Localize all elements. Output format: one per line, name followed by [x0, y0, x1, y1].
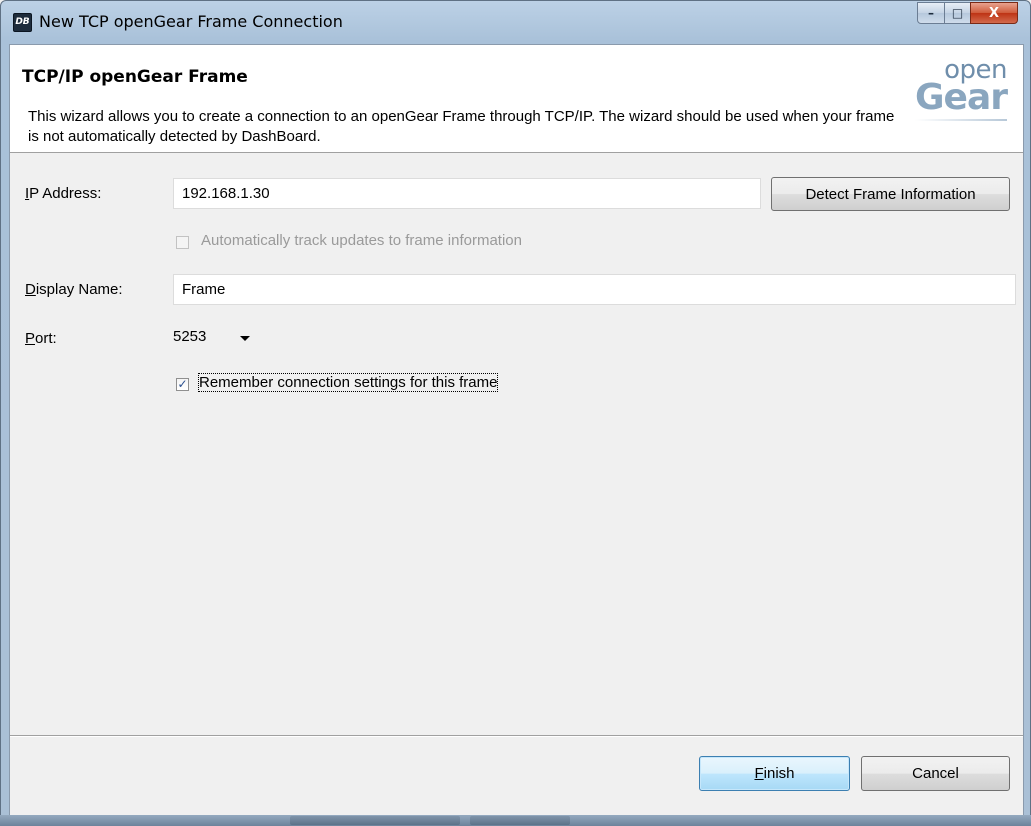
port-mnemonic: P — [25, 330, 36, 347]
opengear-logo: open Gear — [915, 57, 1008, 139]
logo-underline — [915, 119, 1007, 121]
close-button[interactable]: X — [970, 2, 1018, 24]
finish-mnemonic: F — [754, 765, 764, 782]
auto-track-label: Automatically track updates to frame inf… — [201, 232, 522, 249]
minimize-icon: – — [928, 6, 934, 20]
cancel-button[interactable]: Cancel — [861, 756, 1010, 791]
maximize-button[interactable]: □ — [944, 2, 971, 24]
port-dropdown[interactable]: 5253 — [173, 321, 263, 353]
display-name-label: Display Name: — [25, 281, 123, 298]
wizard-page-title: TCP/IP openGear Frame — [22, 67, 248, 87]
taskbar-strip — [0, 815, 1031, 826]
taskbar-item[interactable] — [290, 816, 460, 825]
ip-address-label-text: P Address: — [29, 185, 102, 202]
display-name-label-text: isplay Name: — [35, 281, 123, 298]
wizard-description: This wizard allows you to create a conne… — [28, 108, 895, 145]
window-controls: – □ X — [917, 2, 1018, 24]
ip-address-field[interactable]: 192.168.1.30 — [173, 178, 761, 209]
display-name-mnemonic: D — [25, 281, 36, 298]
finish-label: inish — [763, 765, 795, 782]
taskbar-item[interactable] — [470, 816, 570, 825]
title-bar[interactable]: DB New TCP openGear Frame Connection – □… — [1, 1, 1030, 45]
detect-frame-information-button[interactable]: Detect Frame Information — [771, 177, 1010, 211]
auto-track-checkbox[interactable] — [176, 236, 189, 249]
logo-text-gear: Gear — [915, 77, 1008, 118]
wizard-client-area: TCP/IP openGear Frame This wizard allows… — [9, 44, 1024, 818]
remember-settings-checkbox[interactable]: ✓ — [176, 378, 189, 391]
window-title: New TCP openGear Frame Connection — [39, 12, 343, 31]
wizard-window: DB New TCP openGear Frame Connection – □… — [0, 0, 1031, 826]
close-icon: X — [988, 5, 1000, 21]
minimize-button[interactable]: – — [917, 2, 945, 24]
footer-separator — [10, 735, 1023, 737]
port-label: Port: — [25, 330, 57, 347]
maximize-icon: □ — [951, 6, 964, 20]
dashboard-app-icon[interactable]: DB — [13, 13, 32, 32]
finish-button[interactable]: Finish — [699, 756, 850, 791]
display-name-field[interactable]: Frame — [173, 274, 1016, 305]
wizard-banner: TCP/IP openGear Frame This wizard allows… — [10, 45, 1023, 153]
port-label-text: ort: — [35, 330, 57, 347]
chevron-down-icon[interactable] — [240, 336, 250, 341]
port-value: 5253 — [173, 328, 207, 345]
checkmark-icon: ✓ — [177, 377, 188, 391]
ip-address-label: IP Address: — [25, 185, 101, 202]
remember-settings-label[interactable]: Remember connection settings for this fr… — [197, 373, 499, 392]
